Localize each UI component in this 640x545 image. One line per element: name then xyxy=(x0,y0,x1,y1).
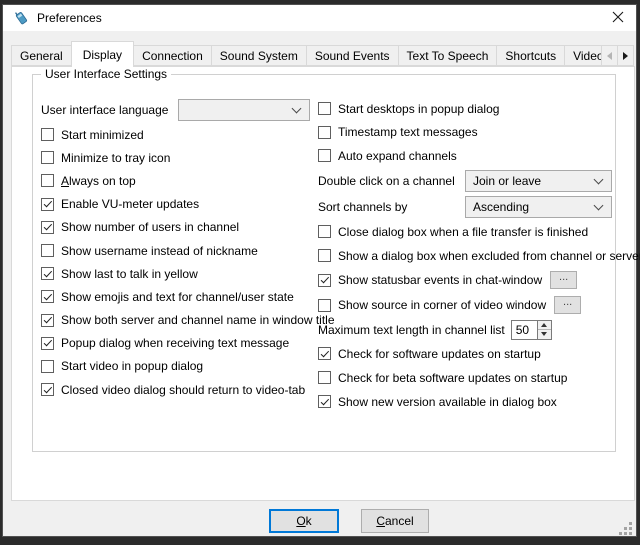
statusbar-events-checkbox[interactable] xyxy=(318,274,331,287)
beta-updates-checkbox[interactable] xyxy=(318,371,331,384)
arrow-right-icon xyxy=(623,52,628,60)
tab-sound-events[interactable]: Sound Events xyxy=(306,45,399,66)
group-title: User Interface Settings xyxy=(41,67,171,81)
minimize-to-tray-checkbox[interactable] xyxy=(41,151,54,164)
double-click-label: Double click on a channel xyxy=(318,174,455,188)
user-interface-settings-group: User Interface Settings User interface l… xyxy=(32,74,616,452)
display-tab-page: User Interface Settings User interface l… xyxy=(11,66,635,501)
spin-down-button[interactable] xyxy=(538,330,551,339)
start-minimized-checkbox[interactable] xyxy=(41,128,54,141)
close-icon xyxy=(612,11,624,26)
language-row: User interface language xyxy=(41,97,318,123)
language-combobox[interactable] xyxy=(178,99,310,121)
language-label: User interface language xyxy=(41,103,168,117)
checkbox-row: Show a dialog box when excluded from cha… xyxy=(318,244,614,268)
checkbox-row: Check for beta software updates on start… xyxy=(318,366,614,390)
video-popup-checkbox[interactable] xyxy=(41,360,54,373)
popup-text-message-checkbox[interactable] xyxy=(41,337,54,350)
ok-button[interactable]: Ok xyxy=(269,509,339,533)
checkbox-row: Closed video dialog should return to vid… xyxy=(41,378,318,401)
closed-video-return-checkbox[interactable] xyxy=(41,383,54,396)
spinbox-value[interactable]: 50 xyxy=(512,321,537,339)
checkbox-row: Close dialog box when a file transfer is… xyxy=(318,220,614,244)
tab-connection[interactable]: Connection xyxy=(133,45,212,66)
last-talk-yellow-checkbox[interactable] xyxy=(41,267,54,280)
arrow-up-icon xyxy=(541,323,547,327)
software-updates-checkbox[interactable] xyxy=(318,347,331,360)
max-text-length-label: Maximum text length in channel list xyxy=(318,323,505,337)
tab-shortcuts[interactable]: Shortcuts xyxy=(496,45,565,66)
sort-channels-label: Sort channels by xyxy=(318,200,407,214)
checkbox-row: Always on top xyxy=(41,169,318,192)
checkbox-row: Show source in corner of video window ..… xyxy=(318,293,614,318)
checkbox-row: Show last to talk in yellow xyxy=(41,262,318,285)
chevron-down-icon xyxy=(595,176,603,184)
username-instead-nickname-checkbox[interactable] xyxy=(41,244,54,257)
checkbox-row: Timestamp text messages xyxy=(318,121,614,145)
tab-scroll-right-button[interactable] xyxy=(617,45,634,66)
close-button[interactable] xyxy=(600,5,636,31)
checkbox-row: Start desktops in popup dialog xyxy=(318,97,614,121)
checkbox-row: Minimize to tray icon xyxy=(41,146,318,169)
max-text-length-row: Maximum text length in channel list 50 xyxy=(318,318,614,342)
left-column: User interface language Start minimized … xyxy=(41,97,318,401)
cancel-button[interactable]: Cancel xyxy=(361,509,429,533)
checkbox-row: Show username instead of nickname xyxy=(41,239,318,262)
video-source-corner-checkbox[interactable] xyxy=(318,299,331,312)
new-version-dialog-checkbox[interactable] xyxy=(318,395,331,408)
spin-up-button[interactable] xyxy=(538,321,551,331)
app-icon xyxy=(13,10,29,26)
always-on-top-checkbox[interactable] xyxy=(41,174,54,187)
emoji-text-state-checkbox[interactable] xyxy=(41,290,54,303)
chevron-down-icon xyxy=(595,202,603,210)
right-column: Start desktops in popup dialog Timestamp… xyxy=(318,97,614,414)
checkbox-row: Show both server and channel name in win… xyxy=(41,309,318,332)
checkbox-row: Show statusbar events in chat-window ... xyxy=(318,268,614,293)
window-title: Preferences xyxy=(37,11,102,25)
tab-bar: General Display Connection Sound System … xyxy=(11,41,635,67)
tab-text-to-speech[interactable]: Text To Speech xyxy=(398,45,498,66)
checkbox-row: Show emojis and text for channel/user st… xyxy=(41,285,318,308)
preferences-window: Preferences General Display Connection S… xyxy=(2,4,637,537)
resize-grip[interactable] xyxy=(619,522,632,535)
checkbox-row: Show new version available in dialog box xyxy=(318,390,614,414)
start-desktops-popup-checkbox[interactable] xyxy=(318,102,331,115)
show-user-count-checkbox[interactable] xyxy=(41,221,54,234)
tab-display[interactable]: Display xyxy=(71,41,134,67)
sort-channels-row: Sort channels by Ascending xyxy=(318,194,614,220)
checkbox-row: Show number of users in channel xyxy=(41,216,318,239)
server-channel-title-checkbox[interactable] xyxy=(41,314,54,327)
checkbox-row: Check for software updates on startup xyxy=(318,342,614,366)
statusbar-events-more-button[interactable]: ... xyxy=(550,271,577,289)
spin-buttons xyxy=(537,321,551,339)
checkbox-row: Start minimized xyxy=(41,123,318,146)
vu-meter-updates-checkbox[interactable] xyxy=(41,198,54,211)
auto-expand-channels-checkbox[interactable] xyxy=(318,149,331,162)
checkbox-row: Auto expand channels xyxy=(318,144,614,168)
double-click-combobox[interactable]: Join or leave xyxy=(465,170,612,192)
tab-scroll-buttons xyxy=(601,45,634,66)
tab-general[interactable]: General xyxy=(11,45,72,66)
max-text-length-spinbox: 50 xyxy=(511,320,552,340)
sort-channels-combobox[interactable]: Ascending xyxy=(465,196,612,218)
timestamp-messages-checkbox[interactable] xyxy=(318,126,331,139)
dialog-body: General Display Connection Sound System … xyxy=(3,31,636,538)
close-filetransfer-dialog-checkbox[interactable] xyxy=(318,225,331,238)
checkbox-row: Popup dialog when receiving text message xyxy=(41,332,318,355)
checkbox-row: Enable VU-meter updates xyxy=(41,193,318,216)
double-click-row: Double click on a channel Join or leave xyxy=(318,168,614,194)
tab-sound-system[interactable]: Sound System xyxy=(211,45,307,66)
titlebar[interactable]: Preferences xyxy=(3,5,636,31)
excluded-dialog-checkbox[interactable] xyxy=(318,249,331,262)
checkbox-row: Start video in popup dialog xyxy=(41,355,318,378)
arrow-left-icon xyxy=(607,52,612,60)
arrow-down-icon xyxy=(541,332,547,336)
chevron-down-icon xyxy=(293,105,301,113)
tab-scroll-left-button[interactable] xyxy=(601,45,618,66)
video-source-more-button[interactable]: ... xyxy=(554,296,581,314)
